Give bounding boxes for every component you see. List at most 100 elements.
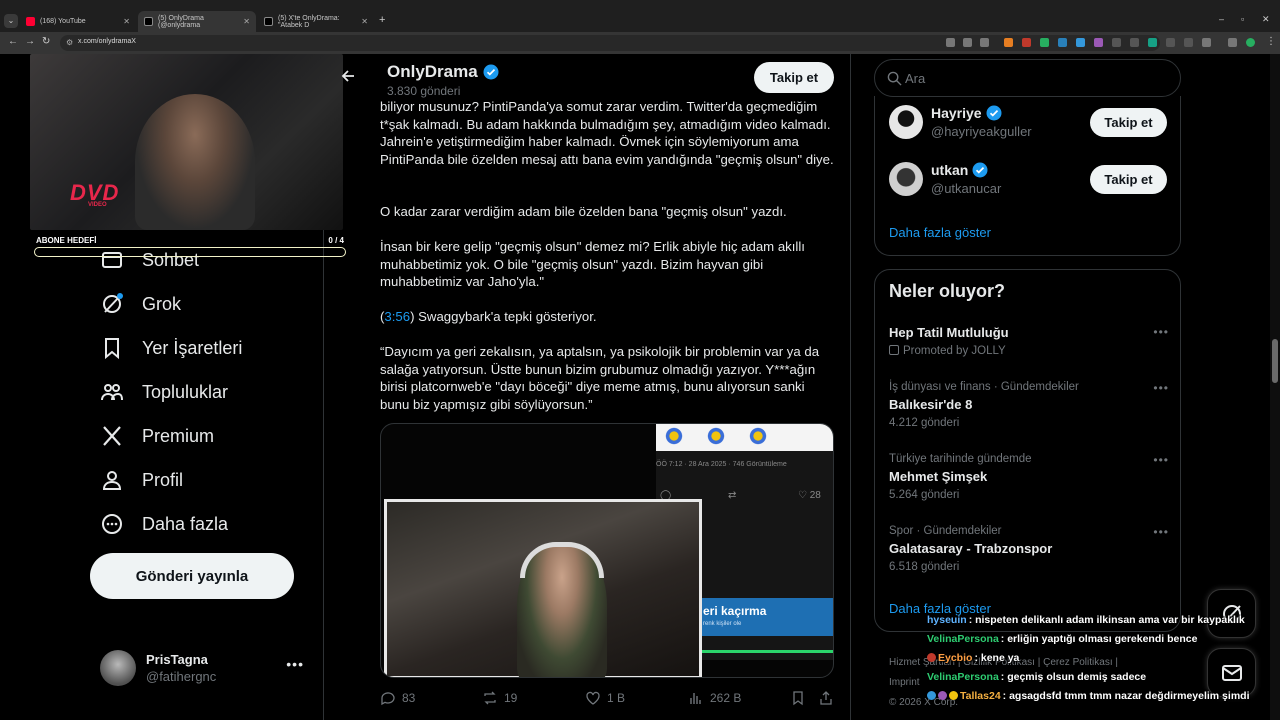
trend-item[interactable]: İş dünyası ve finans · Gündemdekiler Bal… [889,381,1169,429]
more-dots-icon[interactable]: ••• [1153,525,1169,539]
tab-youtube[interactable]: (168) YouTube ✕ [20,13,136,30]
goal-label: ABONE HEDEFİ [36,236,97,245]
tweet-text-run: ) Swaggybark'a tepki gösteriyor. [410,309,597,324]
reply-button[interactable]: 83 [380,690,415,706]
trend-name: Galatasaray - Trabzonspor [889,541,1053,556]
new-tab-button[interactable]: + [379,14,385,26]
chat-text: : agsagdsfd tmm tmm nazar değdirmeyelim … [1002,690,1250,702]
extension-icon[interactable] [1004,38,1013,47]
tab-search-button[interactable]: ⌄ [4,14,18,28]
extension-icon[interactable] [1076,38,1085,47]
trend-context: Türkiye tarihinde gündemde [889,453,1032,465]
subscriber-goal: ABONE HEDEFİ 0 / 4 [34,234,346,258]
nav-label: Daha fazla [142,513,229,534]
more-circle-icon [102,514,122,534]
close-icon[interactable]: ✕ [243,17,250,26]
verified-badge-icon [986,105,1002,121]
nav-bookmarks[interactable]: Yer İşaretleri [100,330,242,366]
extension-icon[interactable] [1022,38,1031,47]
more-dots-icon[interactable]: ••• [1153,381,1169,395]
site-info-icon[interactable]: ⚙ [66,38,73,47]
chat-badge-icon [949,691,958,700]
timestamp-link[interactable]: 3:56 [384,309,410,324]
back-arrow-icon[interactable] [340,68,356,84]
bookmark-button[interactable] [790,690,806,706]
trend-item[interactable]: Spor · Gündemdekiler Galatasaray - Trabz… [889,525,1169,573]
more-dots-icon[interactable]: ••• [1153,325,1169,339]
youtube-icon [26,17,35,26]
nav-label: Premium [142,425,215,446]
post-button[interactable]: Gönderi yayınla [90,553,294,599]
account-switcher[interactable]: PrisTagna @fatihergnc ••• [100,650,310,686]
share-button[interactable] [818,690,834,706]
trend-item[interactable]: Hep Tatil Mutluluğu Promoted by JOLLY ••… [889,325,1169,357]
extension-icon[interactable] [1130,38,1139,47]
views-icon [690,693,701,704]
profile-icon [102,471,122,490]
follow-button[interactable]: Takip et [754,62,834,93]
tab-onlydrama-profile[interactable]: (5) OnlyDrama (@onlydrama ✕ [138,11,256,32]
back-icon[interactable]: ← [8,36,18,47]
trend-context: Spor · Gündemdekiler [889,525,1002,537]
extension-icon[interactable] [1166,38,1175,47]
account-handle: @fatihergnc [146,669,217,684]
star-icon[interactable] [980,38,989,47]
who-to-follow-item[interactable]: utkan @utkanucar Takip et [889,159,1167,201]
envelope-icon [1221,664,1242,681]
nav-communities[interactable]: Topluluklar [100,374,228,410]
scrollbar-thumb[interactable] [1272,339,1278,383]
chat-message: VelinaPersona: erliğin yaptığı olması ge… [927,633,1197,650]
extension-icon[interactable] [1112,38,1121,47]
extension-icon[interactable] [1058,38,1067,47]
x-logo-icon [103,426,121,446]
extension-icon[interactable] [1184,38,1193,47]
forward-icon[interactable]: → [25,36,35,47]
chat-text: : kene ya [974,652,1020,664]
footer-link[interactable]: Çerez Politikası [1043,657,1112,668]
nav-more[interactable]: Daha fazla [100,506,228,542]
page-scrollbar[interactable] [1270,54,1280,720]
tweet-actions: 83 19 1 B 262 B [380,688,836,708]
sidebar-icon[interactable] [1228,38,1237,47]
trend-item[interactable]: Türkiye tarihinde gündemde Mehmet Şimşek… [889,453,1169,501]
address-bar[interactable]: ⚙ x.com/onlydramaX [60,35,1160,51]
who-to-follow-item[interactable]: Hayriye @hayriyeakguller Takip et [889,102,1167,144]
reload-icon[interactable]: ↻ [42,36,50,47]
restore-icon[interactable]: ▫ [1241,14,1244,24]
extension-icon[interactable] [1094,38,1103,47]
zoom-icon[interactable] [963,38,972,47]
nav-premium[interactable]: Premium [100,418,214,454]
chat-message: Eycbio: kene ya [927,652,1019,669]
footer-link[interactable]: Imprint [889,677,920,688]
profile-avatar-icon[interactable] [1246,38,1255,47]
cast-icon[interactable] [946,38,955,47]
more-dots-icon[interactable]: ••• [286,656,304,672]
window-close-icon[interactable]: ✕ [1262,14,1270,25]
heart-icon [586,691,600,705]
trend-context: İş dünyası ve finans · Gündemdekiler [889,381,1079,393]
close-icon[interactable]: ✕ [123,17,130,26]
like-button[interactable]: 1 B [585,690,625,706]
follow-button[interactable]: Takip et [1090,165,1167,194]
who-to-follow-show-more[interactable]: Daha fazla göster [889,225,991,240]
search-input[interactable]: Ara [874,59,1181,97]
search-icon [887,71,902,86]
extensions-puzzle-icon[interactable] [1202,38,1211,47]
video-frame [384,499,702,677]
trend-promoted: Promoted by JOLLY [903,345,1006,357]
nav-grok[interactable]: Grok [100,286,181,322]
minimize-icon[interactable]: – [1219,14,1224,24]
close-icon[interactable]: ✕ [361,17,368,26]
nav-profile[interactable]: Profil [100,462,183,498]
follow-button[interactable]: Takip et [1090,108,1167,137]
tab-title: (168) YouTube [40,18,86,25]
more-dots-icon[interactable]: ••• [1153,453,1169,467]
views-button[interactable]: 262 B [688,690,741,706]
extension-icon[interactable] [1148,38,1157,47]
tweet-video[interactable]: ÖÖ 7:12 · 28 Ara 2025 · 746 Görüntüleme … [380,423,834,678]
menu-dots-icon[interactable]: ⋮ [1266,36,1276,47]
repost-button[interactable]: 19 [482,690,517,706]
extension-icon[interactable] [1040,38,1049,47]
trends-box [874,269,1181,632]
tab-onlydrama-post[interactable]: (5) X'te OnlyDrama: "Atabek D ✕ [258,13,374,30]
